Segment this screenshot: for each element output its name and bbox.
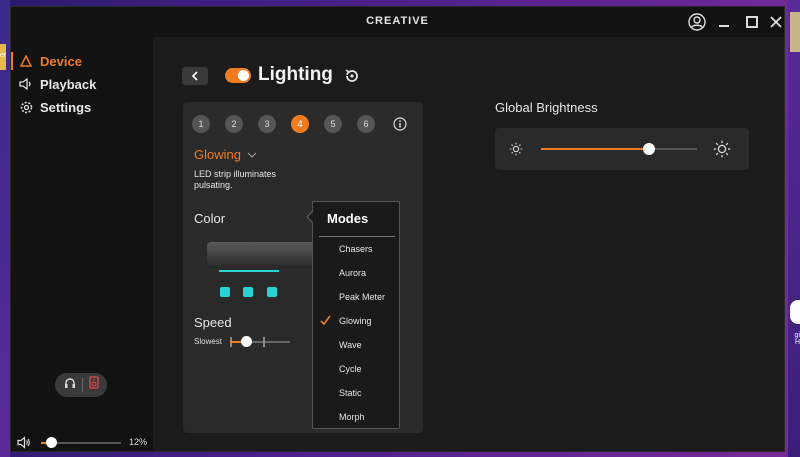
mode-item-cycle[interactable]: Cycle [313, 359, 399, 379]
page-title: Lighting [258, 64, 333, 85]
modes-title: Modes [327, 211, 369, 226]
brightness-low-icon [509, 142, 523, 156]
title-bar: CREATIVE [11, 7, 784, 37]
speed-min-label: Slowest [194, 337, 223, 346]
color-section-label: Color [194, 211, 226, 226]
active-indicator [11, 52, 13, 70]
sidebar-item-label: Device [40, 53, 82, 69]
mode-item-label: Static [339, 388, 362, 398]
speed-section-label: Speed [194, 315, 232, 330]
minimize-icon[interactable] [715, 13, 733, 31]
mode-select[interactable]: Glowing [194, 147, 257, 162]
mode-item-static[interactable]: Static [313, 383, 399, 403]
sidebar-item-settings[interactable]: Settings [11, 96, 151, 118]
desktop-icon-left-label: er [0, 52, 7, 59]
desktop-background-right [788, 0, 800, 457]
info-icon[interactable] [393, 117, 407, 131]
headphones-icon[interactable] [64, 376, 76, 394]
reset-icon[interactable] [343, 67, 361, 85]
desktop-icon-right-circle[interactable] [790, 300, 800, 324]
mode-description: LED strip illuminates pulsating. [194, 169, 277, 190]
mode-item-wave[interactable]: Wave [313, 335, 399, 355]
sidebar-item-device[interactable]: Device [11, 50, 151, 72]
global-brightness-panel [495, 128, 749, 170]
mode-item-glowing[interactable]: Glowing [313, 311, 399, 331]
mode-item-aurora[interactable]: Aurora [313, 263, 399, 283]
mode-item-label: Wave [339, 340, 362, 350]
mode-item-label: Cycle [339, 364, 362, 374]
output-device-switch[interactable] [55, 373, 107, 397]
main-content: Lighting 1 2 3 4 5 6 Glowing LED strip i… [153, 37, 784, 451]
lighting-toggle[interactable] [225, 68, 251, 83]
speed-slider-handle[interactable] [241, 336, 252, 347]
mode-item-label: Glowing [339, 316, 372, 326]
device-triangle-icon [19, 54, 33, 68]
zone-button-6[interactable]: 6 [357, 115, 375, 133]
desktop-icon-right-label: gi H [794, 332, 800, 346]
mode-select-value: Glowing [194, 147, 241, 162]
brightness-slider-handle[interactable] [642, 143, 655, 155]
volume-percent: 12% [129, 437, 148, 447]
brand-logo: CREATIVE [366, 15, 429, 27]
zone-button-4[interactable]: 4 [291, 115, 309, 133]
output-separator [81, 378, 83, 392]
speaker-icon [19, 77, 33, 91]
speed-tick [263, 337, 265, 347]
sidebar-item-label: Playback [40, 76, 97, 92]
master-volume: 12% [15, 435, 151, 451]
led-color-dot[interactable] [220, 287, 230, 297]
volume-slider-handle[interactable] [45, 437, 57, 448]
mode-item-label: Aurora [339, 268, 367, 278]
zone-button-2[interactable]: 2 [225, 115, 243, 133]
global-brightness-label: Global Brightness [495, 100, 598, 115]
desktop-icon-right[interactable] [790, 12, 800, 52]
brightness-high-icon [713, 140, 731, 158]
modes-dropdown: Modes Chasers Aurora Peak Meter Glowing … [306, 201, 400, 429]
lighting-panel: 1 2 3 4 5 6 Glowing LED strip illuminate… [183, 102, 423, 433]
volume-icon[interactable] [17, 436, 31, 451]
close-icon[interactable] [767, 13, 785, 31]
chevron-left-icon [191, 71, 198, 81]
led-color-dot[interactable] [267, 287, 277, 297]
account-icon[interactable] [688, 13, 706, 31]
sidebar-item-playback[interactable]: Playback [11, 73, 151, 95]
brightness-slider-fill [541, 148, 649, 150]
chevron-down-icon [247, 152, 257, 158]
led-strip-preview [219, 270, 279, 272]
speaker-device-icon[interactable] [88, 376, 99, 394]
zone-button-3[interactable]: 3 [258, 115, 276, 133]
checkmark-icon [320, 315, 331, 326]
app-window: CREATIVE Device Playback Settings 12% Li… [10, 6, 785, 452]
toggle-knob [238, 70, 249, 81]
mode-item-label: Morph [339, 412, 365, 422]
zone-button-1[interactable]: 1 [192, 115, 210, 133]
mode-item-morph[interactable]: Morph [313, 407, 399, 427]
led-color-dot[interactable] [243, 287, 253, 297]
modes-divider [319, 236, 395, 237]
mode-item-peak-meter[interactable]: Peak Meter [313, 287, 399, 307]
dropdown-pointer-inner [308, 211, 314, 223]
mode-item-chasers[interactable]: Chasers [313, 239, 399, 259]
back-button[interactable] [182, 67, 208, 85]
mode-item-label: Peak Meter [339, 292, 386, 302]
sidebar-item-label: Settings [40, 99, 92, 115]
sidebar: Device Playback Settings 12% [11, 37, 153, 451]
zone-button-5[interactable]: 5 [324, 115, 342, 133]
maximize-icon[interactable] [743, 13, 761, 31]
gear-icon [19, 100, 33, 114]
mode-item-label: Chasers [339, 244, 373, 254]
